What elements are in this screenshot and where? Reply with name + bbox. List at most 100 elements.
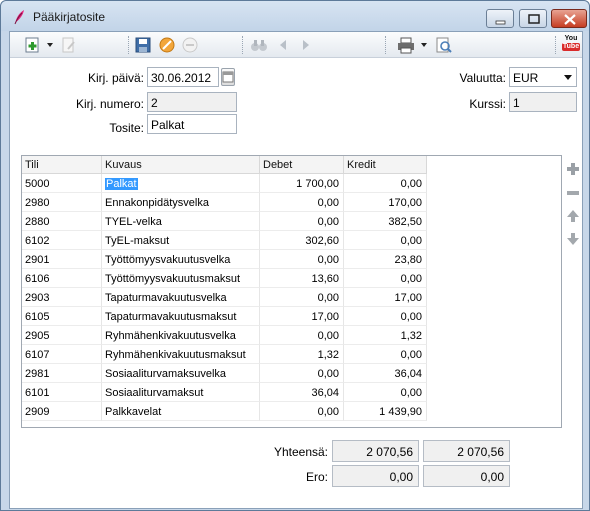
voucher-lines-table[interactable]: Tili Kuvaus Debet Kredit 5000 Palkat 1 700… — [21, 155, 562, 428]
cell-account[interactable]: 2981 — [22, 364, 102, 383]
youtube-icon[interactable]: You Tube — [562, 35, 580, 55]
table-row[interactable]: 6106 Työttömyysvakuutusmaksut 13,60 0,00 — [22, 269, 427, 288]
edit-document-icon[interactable] — [60, 36, 78, 54]
cell-debit[interactable]: 1,32 — [260, 345, 344, 364]
previous-arrow-icon[interactable] — [274, 36, 292, 54]
cell-account[interactable]: 5000 — [22, 174, 102, 193]
voucher-label: Tosite: — [109, 121, 144, 135]
cell-description[interactable]: Ryhmähenkivakuutusmaksut — [102, 345, 260, 364]
cell-description[interactable]: Palkkavelat — [102, 402, 260, 421]
minimize-icon — [495, 20, 506, 25]
next-arrow-icon[interactable] — [297, 36, 315, 54]
cell-credit[interactable]: 170,00 — [344, 193, 427, 212]
cell-credit[interactable]: 0,00 — [344, 174, 427, 193]
cell-description[interactable]: Sosiaaliturvamaksuvelka — [102, 364, 260, 383]
cell-description[interactable]: Sosiaaliturvamaksut — [102, 383, 260, 402]
table-row[interactable]: 2880 TYEL-velka 0,00 382,50 — [22, 212, 427, 231]
save-icon[interactable] — [134, 36, 152, 54]
column-header-account[interactable]: Tili — [22, 156, 102, 174]
cell-credit[interactable]: 382,50 — [344, 212, 427, 231]
cell-account[interactable]: 2903 — [22, 288, 102, 307]
binoculars-icon[interactable] — [250, 36, 268, 54]
cell-debit[interactable]: 302,60 — [260, 231, 344, 250]
table-row[interactable]: 6102 TyEL-maksut 302,60 0,00 — [22, 231, 427, 250]
cell-account[interactable]: 2880 — [22, 212, 102, 231]
table-row[interactable]: 2980 Ennakonpidätysvelka 0,00 170,00 — [22, 193, 427, 212]
cell-description[interactable]: Palkat — [102, 174, 260, 193]
cell-credit[interactable]: 23,80 — [344, 250, 427, 269]
table-row[interactable]: 2903 Tapaturmavakuutusvelka 0,00 17,00 — [22, 288, 427, 307]
cell-credit[interactable]: 0,00 — [344, 231, 427, 250]
cell-description[interactable]: Ennakonpidätysvelka — [102, 193, 260, 212]
date-field[interactable]: 30.06.2012 — [147, 67, 219, 87]
voucher-field[interactable]: Palkat — [147, 114, 237, 134]
table-row[interactable]: 2901 Työttömyysvakuutusvelka 0,00 23,80 — [22, 250, 427, 269]
move-up-icon[interactable] — [566, 209, 580, 223]
cell-account[interactable]: 6106 — [22, 269, 102, 288]
cell-description[interactable]: TYEL-velka — [102, 212, 260, 231]
column-header-description[interactable]: Kuvaus — [102, 156, 260, 174]
cell-debit[interactable]: 0,00 — [260, 288, 344, 307]
cell-description[interactable]: Tapaturmavakuutusmaksut — [102, 307, 260, 326]
maximize-button[interactable] — [519, 9, 547, 28]
cell-debit[interactable]: 0,00 — [260, 326, 344, 345]
table-row[interactable]: 6101 Sosiaaliturvamaksut 36,04 0,00 — [22, 383, 427, 402]
cell-credit[interactable]: 0,00 — [344, 383, 427, 402]
cell-credit[interactable]: 36,04 — [344, 364, 427, 383]
difference-debit: 0,00 — [332, 465, 419, 487]
cell-description[interactable]: TyEL-maksut — [102, 231, 260, 250]
cell-credit[interactable]: 0,00 — [344, 269, 427, 288]
cell-debit[interactable]: 17,00 — [260, 307, 344, 326]
cell-credit[interactable]: 0,00 — [344, 307, 427, 326]
table-row[interactable]: 6105 Tapaturmavakuutusmaksut 17,00 0,00 — [22, 307, 427, 326]
table-row[interactable]: 2981 Sosiaaliturvamaksuvelka 0,00 36,04 — [22, 364, 427, 383]
cell-account[interactable]: 2980 — [22, 193, 102, 212]
move-down-icon[interactable] — [566, 232, 580, 246]
cell-debit[interactable]: 0,00 — [260, 250, 344, 269]
cell-account[interactable]: 6107 — [22, 345, 102, 364]
column-header-debit[interactable]: Debet — [260, 156, 344, 174]
close-button[interactable] — [551, 9, 587, 28]
table-row[interactable]: 6107 Ryhmähenkivakuutusmaksut 1,32 0,00 — [22, 345, 427, 364]
cell-debit[interactable]: 0,00 — [260, 193, 344, 212]
cell-debit[interactable]: 0,00 — [260, 212, 344, 231]
print-dropdown-arrow-icon[interactable] — [421, 43, 427, 47]
remove-icon[interactable] — [181, 36, 199, 54]
minimize-button[interactable] — [486, 9, 514, 28]
currency-value: EUR — [513, 71, 539, 85]
youtube-label: You Tube — [562, 35, 580, 51]
cell-account[interactable]: 6102 — [22, 231, 102, 250]
cell-account[interactable]: 2905 — [22, 326, 102, 345]
cell-account[interactable]: 6105 — [22, 307, 102, 326]
cell-credit[interactable]: 17,00 — [344, 288, 427, 307]
remove-row-icon[interactable] — [566, 186, 580, 200]
cell-debit[interactable]: 0,00 — [260, 364, 344, 383]
column-header-credit[interactable]: Kredit — [344, 156, 427, 174]
cancel-icon[interactable] — [158, 36, 176, 54]
add-document-icon[interactable] — [24, 36, 42, 54]
add-dropdown-arrow-icon[interactable] — [47, 43, 53, 47]
currency-select[interactable]: EUR — [509, 67, 577, 87]
calendar-button[interactable] — [221, 68, 235, 86]
table-row[interactable]: 2905 Ryhmähenkivakuutusvelka 0,00 1,32 — [22, 326, 427, 345]
cell-credit[interactable]: 1 439,90 — [344, 402, 427, 421]
cell-description[interactable]: Työttömyysvakuutusmaksut — [102, 269, 260, 288]
cell-credit[interactable]: 1,32 — [344, 326, 427, 345]
add-row-icon[interactable] — [566, 162, 580, 176]
cell-debit[interactable]: 13,60 — [260, 269, 344, 288]
cell-account[interactable]: 2901 — [22, 250, 102, 269]
title-bar[interactable]: Pääkirjatosite — [1, 1, 589, 31]
cell-account[interactable]: 2909 — [22, 402, 102, 421]
table-row[interactable]: 5000 Palkat 1 700,00 0,00 — [22, 174, 427, 193]
print-preview-icon[interactable] — [435, 36, 453, 54]
cell-debit[interactable]: 1 700,00 — [260, 174, 344, 193]
table-row[interactable]: 2909 Palkkavelat 0,00 1 439,90 — [22, 402, 427, 421]
cell-account[interactable]: 6101 — [22, 383, 102, 402]
cell-debit[interactable]: 36,04 — [260, 383, 344, 402]
cell-description[interactable]: Ryhmähenkivakuutusvelka — [102, 326, 260, 345]
cell-description[interactable]: Työttömyysvakuutusvelka — [102, 250, 260, 269]
cell-debit[interactable]: 0,00 — [260, 402, 344, 421]
cell-credit[interactable]: 0,00 — [344, 345, 427, 364]
printer-icon[interactable] — [397, 36, 415, 54]
cell-description[interactable]: Tapaturmavakuutusvelka — [102, 288, 260, 307]
